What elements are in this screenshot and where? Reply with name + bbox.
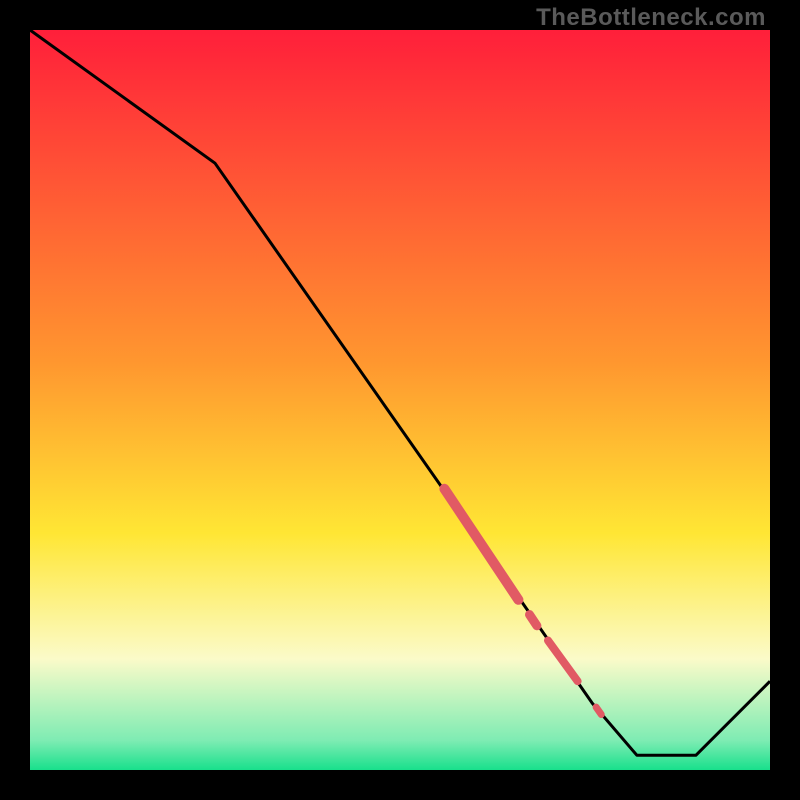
gradient-background bbox=[30, 30, 770, 770]
plot-svg bbox=[30, 30, 770, 770]
watermark-label: TheBottleneck.com bbox=[536, 4, 766, 32]
plot-area bbox=[30, 30, 770, 770]
chart-frame: TheBottleneck.com bbox=[0, 0, 800, 800]
highlight-segment-3 bbox=[596, 707, 601, 714]
highlight-segment-1 bbox=[530, 615, 537, 626]
